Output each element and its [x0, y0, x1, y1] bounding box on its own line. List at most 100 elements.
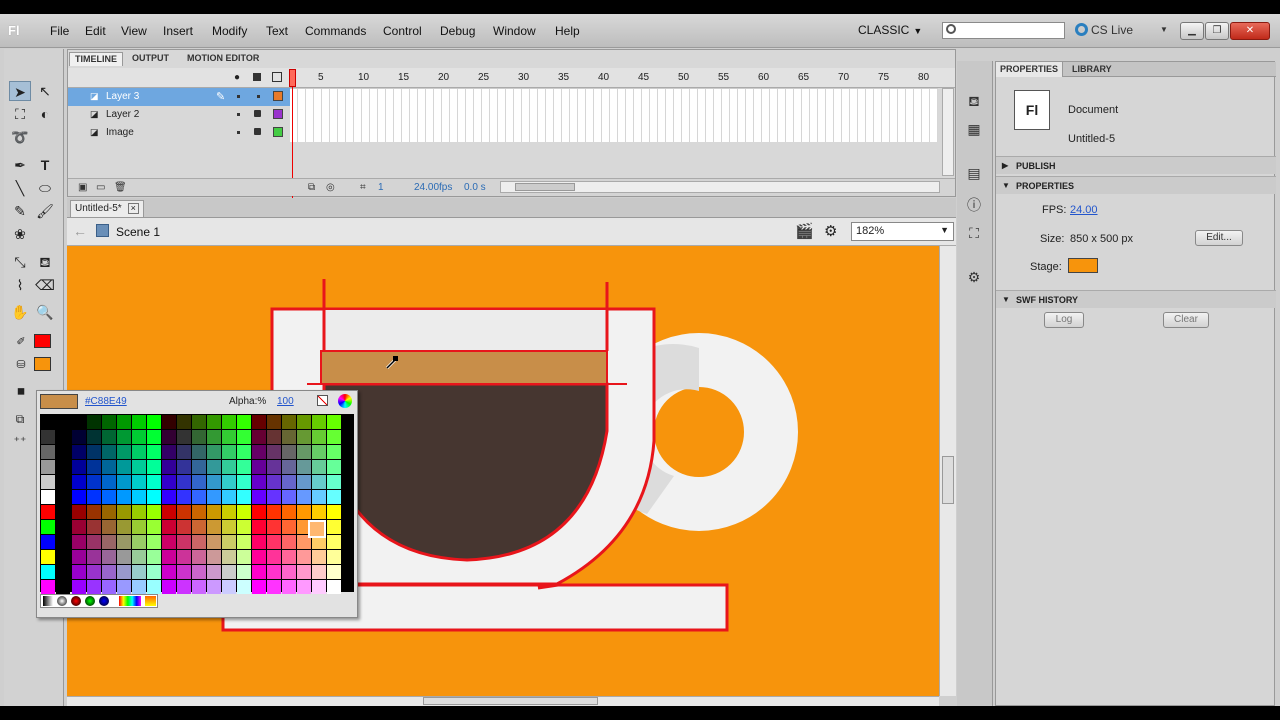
color-panel-icon[interactable]: ⛾ [965, 93, 983, 110]
color-swatch[interactable] [41, 445, 55, 459]
color-swatch[interactable] [132, 475, 146, 489]
color-swatch[interactable] [192, 565, 206, 579]
color-swatch[interactable] [87, 580, 101, 594]
color-swatch[interactable] [177, 565, 191, 579]
color-swatch[interactable] [87, 460, 101, 474]
color-swatch[interactable] [132, 565, 146, 579]
color-swatch[interactable] [177, 445, 191, 459]
color-swatch[interactable] [102, 415, 116, 429]
color-swatch[interactable] [252, 580, 266, 594]
black-white-icon[interactable]: ◼ [10, 382, 32, 402]
color-swatch[interactable] [41, 430, 55, 444]
scene-breadcrumb[interactable]: Scene 1 [116, 225, 160, 239]
color-swatch[interactable] [102, 520, 116, 534]
color-swatch[interactable] [192, 520, 206, 534]
gradient-swatch[interactable] [71, 596, 81, 606]
color-swatch[interactable] [312, 460, 326, 474]
color-swatch[interactable] [192, 505, 206, 519]
hand-tool-icon[interactable]: ✋ [9, 302, 31, 322]
tab-timeline[interactable]: TIMELINE [69, 52, 123, 66]
color-swatch[interactable] [297, 415, 311, 429]
color-swatch[interactable] [297, 445, 311, 459]
color-swatch[interactable] [117, 475, 131, 489]
color-swatch[interactable] [297, 580, 311, 594]
color-swatch[interactable] [267, 475, 281, 489]
color-swatch[interactable] [177, 580, 191, 594]
color-swatch[interactable] [117, 535, 131, 549]
color-swatch[interactable] [222, 580, 236, 594]
color-swatch[interactable] [207, 430, 221, 444]
color-swatch[interactable] [117, 460, 131, 474]
menu-view[interactable]: View [121, 24, 147, 38]
color-swatch[interactable] [87, 430, 101, 444]
color-swatch[interactable] [87, 565, 101, 579]
snap-to-objects-icon[interactable]: ⧉ [9, 409, 31, 429]
color-swatch[interactable] [177, 550, 191, 564]
color-swatch[interactable] [102, 580, 116, 594]
bone-tool-icon[interactable]: ⤡ [9, 252, 31, 272]
menu-control[interactable]: Control [383, 24, 422, 38]
color-swatch[interactable] [252, 460, 266, 474]
color-swatch[interactable] [282, 505, 296, 519]
edit-size-button[interactable]: Edit... [1195, 230, 1243, 246]
color-swatch[interactable] [56, 565, 70, 579]
color-swatch[interactable] [147, 520, 161, 534]
color-swatch[interactable] [282, 415, 296, 429]
subselection-tool-icon[interactable]: ↖ [34, 81, 56, 101]
color-swatch[interactable] [177, 520, 191, 534]
color-swatch[interactable] [192, 475, 206, 489]
color-swatch[interactable] [207, 535, 221, 549]
foam-shape[interactable] [320, 350, 608, 385]
color-swatch[interactable] [267, 490, 281, 504]
stroke-color-swatch[interactable] [34, 334, 51, 348]
color-swatch[interactable] [237, 460, 251, 474]
color-swatch[interactable] [72, 475, 86, 489]
help-search-input[interactable] [942, 22, 1065, 39]
color-swatch[interactable] [237, 430, 251, 444]
color-swatch[interactable] [192, 550, 206, 564]
color-swatch[interactable] [207, 565, 221, 579]
hex-color-value[interactable]: #C88E49 [85, 396, 127, 407]
pen-tool-icon[interactable]: ✒ [9, 155, 31, 175]
properties-section-header[interactable]: ▼ PROPERTIES [996, 176, 1276, 194]
color-swatch[interactable] [207, 445, 221, 459]
alpha-value[interactable]: 100 [277, 396, 294, 407]
color-swatch[interactable] [237, 550, 251, 564]
color-swatch[interactable] [297, 565, 311, 579]
color-swatch[interactable] [237, 565, 251, 579]
color-swatch[interactable] [117, 430, 131, 444]
edit-symbols-icon[interactable]: ⚙ [824, 222, 837, 240]
components-panel-icon[interactable]: ⚙ [965, 269, 983, 286]
gradient-swatch[interactable] [145, 596, 156, 606]
color-swatch[interactable] [192, 535, 206, 549]
onion-skin-icon[interactable]: ◎ [326, 182, 335, 193]
color-swatch[interactable] [222, 415, 236, 429]
color-swatch[interactable] [162, 565, 176, 579]
color-swatch[interactable] [132, 415, 146, 429]
color-swatch[interactable] [72, 505, 86, 519]
color-swatch[interactable] [147, 415, 161, 429]
color-swatch[interactable] [312, 430, 326, 444]
color-swatch[interactable] [147, 550, 161, 564]
color-swatch[interactable] [192, 490, 206, 504]
color-swatch[interactable] [222, 460, 236, 474]
menu-window[interactable]: Window [493, 24, 536, 38]
color-swatch[interactable] [282, 490, 296, 504]
color-swatch[interactable] [237, 580, 251, 594]
lock-icon[interactable] [254, 110, 261, 117]
edit-scene-icon[interactable]: 🎬 [795, 222, 814, 240]
menu-help[interactable]: Help [555, 24, 580, 38]
color-swatch[interactable] [162, 415, 176, 429]
layer-outline-swatch[interactable] [273, 91, 283, 101]
outline-icon[interactable] [272, 72, 282, 82]
color-wheel-icon[interactable] [338, 394, 352, 408]
color-swatch[interactable] [297, 550, 311, 564]
color-swatch[interactable] [312, 550, 326, 564]
color-swatch[interactable] [117, 490, 131, 504]
color-swatch[interactable] [252, 520, 266, 534]
color-swatch[interactable] [267, 460, 281, 474]
color-swatch[interactable] [56, 580, 70, 594]
color-swatch[interactable] [41, 550, 55, 564]
color-swatch[interactable] [102, 460, 116, 474]
swatches-panel-icon[interactable]: ▦ [965, 121, 983, 138]
